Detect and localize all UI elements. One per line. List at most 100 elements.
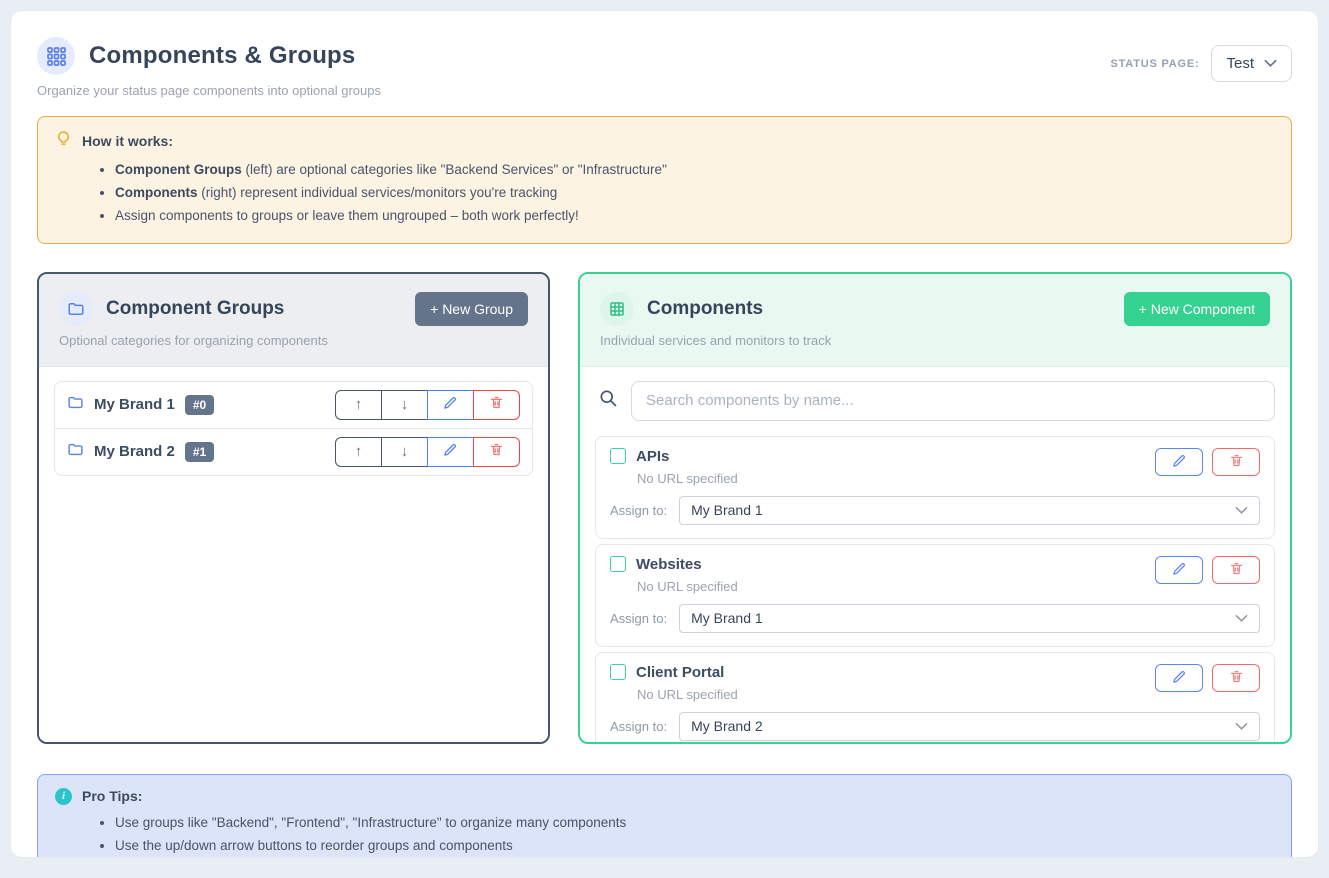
- pro-tips-bullet: Use groups like "Backend", "Frontend", "…: [115, 812, 1274, 835]
- assign-to-label: Assign to:: [610, 719, 667, 734]
- component-name: Websites: [636, 556, 702, 573]
- groups-panel-title: Component Groups: [106, 298, 284, 320]
- move-up-button[interactable]: ↑: [335, 437, 382, 467]
- component-checkbox[interactable]: [610, 664, 626, 680]
- component-url-note: No URL specified: [637, 471, 738, 486]
- status-page-select[interactable]: Test: [1211, 45, 1292, 82]
- trash-icon: [489, 442, 504, 461]
- component-card: Websites No URL specified: [595, 544, 1275, 647]
- component-url-note: No URL specified: [637, 687, 738, 702]
- edit-component-button[interactable]: [1155, 448, 1203, 476]
- assign-to-label: Assign to:: [610, 611, 667, 626]
- how-it-works-callout: How it works: Component Groups (left) ar…: [37, 116, 1292, 244]
- group-order-badge: #0: [185, 395, 214, 415]
- components-panel-subtitle: Individual services and monitors to trac…: [600, 333, 1270, 348]
- group-order-badge: #1: [185, 442, 214, 462]
- assign-group-select[interactable]: My Brand 1: [679, 496, 1260, 525]
- group-row: My Brand 2 #1 ↑ ↓: [55, 428, 532, 475]
- component-checkbox[interactable]: [610, 448, 626, 464]
- components-panel-header: Components + New Component Individual se…: [580, 274, 1290, 367]
- component-actions: [1155, 556, 1260, 584]
- search-components-input[interactable]: [631, 381, 1275, 421]
- delete-component-button[interactable]: [1212, 448, 1260, 476]
- pro-tips-bullet: Use the up/down arrow buttons to reorder…: [115, 835, 1274, 858]
- components-panel-title: Components: [647, 298, 763, 320]
- panels-row: Component Groups + New Group Optional ca…: [37, 272, 1292, 744]
- group-actions: ↑ ↓: [335, 437, 520, 467]
- pencil-icon: [443, 395, 458, 414]
- folder-icon: [67, 441, 84, 463]
- pro-tips-callout: i Pro Tips: Use groups like "Backend", "…: [37, 774, 1292, 858]
- move-up-button[interactable]: ↑: [335, 390, 382, 420]
- edit-component-button[interactable]: [1155, 556, 1203, 584]
- assigned-group-value: My Brand 1: [691, 610, 763, 626]
- info-icon: i: [55, 788, 72, 805]
- component-list: APIs No URL specified: [595, 436, 1275, 742]
- component-name: Client Portal: [636, 664, 724, 681]
- edit-component-button[interactable]: [1155, 664, 1203, 692]
- assigned-group-value: My Brand 1: [691, 502, 763, 518]
- page-title: Components & Groups: [89, 42, 355, 70]
- grid-dots-icon: [37, 37, 75, 75]
- chevron-down-icon: [1264, 55, 1277, 72]
- pencil-icon: [443, 442, 458, 461]
- page-header: Components & Groups Organize your status…: [37, 37, 1292, 98]
- group-row: My Brand 1 #0 ↑ ↓: [55, 382, 532, 428]
- pencil-icon: [1172, 669, 1187, 687]
- table-grid-icon: [600, 292, 634, 326]
- delete-component-button[interactable]: [1212, 556, 1260, 584]
- pencil-icon: [1172, 561, 1187, 579]
- groups-panel-body: My Brand 1 #0 ↑ ↓: [39, 367, 548, 742]
- chevron-down-icon: [1235, 718, 1248, 734]
- lightbulb-icon: [55, 130, 72, 152]
- component-actions: [1155, 664, 1260, 692]
- new-component-button[interactable]: + New Component: [1124, 292, 1270, 326]
- component-card: Client Portal No URL specified: [595, 652, 1275, 742]
- assign-group-select[interactable]: My Brand 2: [679, 712, 1260, 741]
- edit-group-button[interactable]: [427, 390, 474, 420]
- edit-group-button[interactable]: [427, 437, 474, 467]
- delete-group-button[interactable]: [473, 390, 520, 420]
- page-subtitle: Organize your status page components int…: [37, 83, 381, 98]
- group-name: My Brand 2: [94, 443, 175, 460]
- how-it-works-bullet: Component Groups (left) are optional cat…: [115, 159, 1274, 182]
- search-icon: [598, 388, 618, 413]
- group-actions: ↑ ↓: [335, 390, 520, 420]
- pencil-icon: [1172, 453, 1187, 471]
- folder-icon: [67, 394, 84, 416]
- trash-icon: [489, 395, 504, 414]
- component-url-note: No URL specified: [637, 579, 738, 594]
- groups-panel-header: Component Groups + New Group Optional ca…: [39, 274, 548, 367]
- component-card: APIs No URL specified: [595, 436, 1275, 539]
- trash-icon: [1229, 669, 1244, 687]
- group-name: My Brand 1: [94, 396, 175, 413]
- component-actions: [1155, 448, 1260, 476]
- assign-to-label: Assign to:: [610, 503, 667, 518]
- group-list: My Brand 1 #0 ↑ ↓: [54, 381, 533, 476]
- groups-panel-subtitle: Optional categories for organizing compo…: [59, 333, 528, 348]
- delete-group-button[interactable]: [473, 437, 520, 467]
- pro-tips-list: Use groups like "Backend", "Frontend", "…: [115, 812, 1274, 858]
- chevron-down-icon: [1235, 502, 1248, 518]
- chevron-down-icon: [1235, 610, 1248, 626]
- trash-icon: [1229, 453, 1244, 471]
- new-group-button[interactable]: + New Group: [415, 292, 528, 326]
- how-it-works-title: How it works:: [82, 133, 173, 149]
- component-name: APIs: [636, 448, 669, 465]
- move-down-button[interactable]: ↓: [381, 437, 428, 467]
- status-page-value: Test: [1226, 55, 1254, 72]
- how-it-works-bullet: Assign components to groups or leave the…: [115, 205, 1274, 228]
- component-checkbox[interactable]: [610, 556, 626, 572]
- delete-component-button[interactable]: [1212, 664, 1260, 692]
- assign-group-select[interactable]: My Brand 1: [679, 604, 1260, 633]
- status-page-label: STATUS PAGE:: [1110, 58, 1199, 70]
- components-panel: Components + New Component Individual se…: [578, 272, 1292, 744]
- components-panel-body: APIs No URL specified: [580, 367, 1290, 742]
- trash-icon: [1229, 561, 1244, 579]
- pro-tips-title: Pro Tips:: [82, 788, 142, 804]
- how-it-works-bullet: Components (right) represent individual …: [115, 182, 1274, 205]
- folder-icon: [59, 292, 93, 326]
- how-it-works-list: Component Groups (left) are optional cat…: [115, 159, 1274, 228]
- move-down-button[interactable]: ↓: [381, 390, 428, 420]
- component-groups-panel: Component Groups + New Group Optional ca…: [37, 272, 550, 744]
